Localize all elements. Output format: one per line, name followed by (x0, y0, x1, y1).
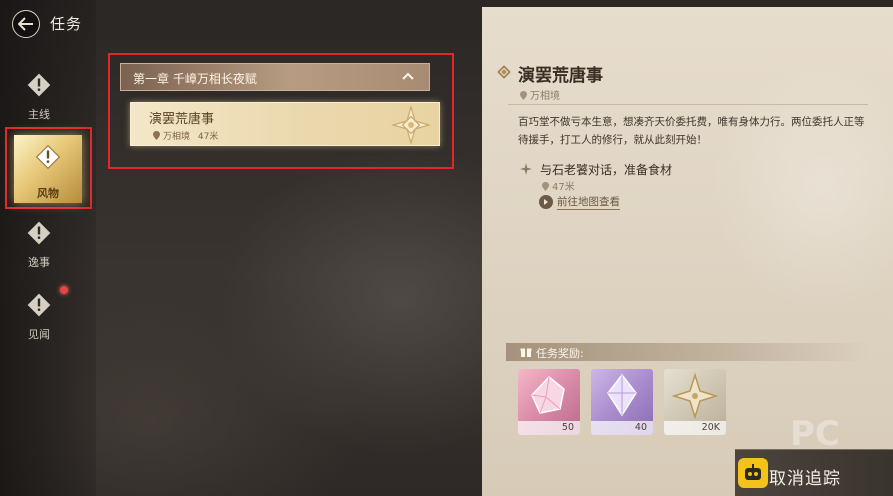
purple-crystal-icon (607, 373, 637, 417)
detail-location-name: 万相境 (530, 91, 560, 102)
reward-item[interactable]: 50 (518, 369, 580, 435)
rewards-label: 任务奖励: (536, 347, 584, 360)
cancel-tracking-button[interactable]: 取消追踪 (735, 449, 893, 496)
quest-distance: 47米 (197, 132, 219, 142)
objective-distance-value: 47米 (552, 182, 575, 193)
compass-star-emblem-icon (391, 105, 431, 145)
location-pin-icon (542, 182, 549, 191)
objective-text: 与石老饕对话，准备食材 (540, 163, 673, 177)
category-label: 风物 (37, 187, 59, 200)
objective-distance: 47米 (542, 178, 575, 193)
location-pin-icon (520, 91, 527, 100)
map-arrow-icon (539, 195, 553, 209)
notification-dot (60, 286, 68, 294)
alert-diamond-icon (24, 70, 54, 100)
divider (508, 104, 868, 105)
category-yishi[interactable]: 逸事 (8, 218, 70, 270)
chevron-up-icon (402, 72, 414, 80)
objective-star-icon (520, 163, 532, 175)
pink-crystal-icon (531, 375, 565, 414)
reward-count: 40 (591, 421, 653, 435)
detail-description: 百巧堂不做亏本生意，想凑齐天价委托费，唯有身体力行。两位委托人正等待援手，打工人… (518, 116, 865, 146)
location-pin-icon (153, 131, 160, 140)
quest-item[interactable]: 演罢荒唐事 万相境 47米 (130, 102, 440, 146)
back-arrow-icon (18, 17, 33, 31)
detail-location: 万相境 (520, 87, 560, 102)
robot-icon (738, 458, 768, 488)
alert-diamond-icon (24, 218, 54, 248)
quest-location: 万相境 47米 (153, 129, 218, 142)
gift-icon (520, 348, 532, 357)
rewards-header: 任务奖励: (506, 343, 872, 361)
quest-location-name: 万相境 (163, 132, 191, 142)
reward-count: 20K (664, 421, 726, 435)
quest-name: 演罢荒唐事 (149, 112, 215, 127)
watermark: PC (790, 414, 840, 454)
detail-title: 演罢荒唐事 (518, 66, 603, 86)
chapter-title: 第一章 千嶂万相长夜赋 (133, 72, 257, 86)
reward-count: 50 (518, 421, 580, 435)
category-jianwen[interactable]: 见闻 (8, 290, 70, 342)
map-link-label: 前往地图查看 (557, 196, 620, 210)
cancel-tracking-label: 取消追踪 (769, 469, 841, 489)
reward-item[interactable]: 20K (664, 369, 726, 435)
page-title: 任务 (50, 15, 83, 33)
quest-type-diamond-icon (497, 65, 511, 79)
category-label: 主线 (28, 108, 50, 121)
category-fengwu[interactable]: 风物 (5, 127, 92, 209)
reward-item[interactable]: 40 (591, 369, 653, 435)
gold-star-coin-icon (671, 372, 719, 420)
category-label: 见闻 (28, 328, 50, 341)
category-main[interactable]: 主线 (8, 70, 70, 122)
alert-diamond-icon (33, 142, 63, 172)
chapter-header[interactable]: 第一章 千嶂万相长夜赋 (120, 63, 430, 91)
category-label: 逸事 (28, 256, 50, 269)
back-button[interactable] (12, 10, 40, 38)
view-on-map-link[interactable]: 前往地图查看 (539, 194, 620, 210)
alert-diamond-icon (24, 290, 54, 320)
